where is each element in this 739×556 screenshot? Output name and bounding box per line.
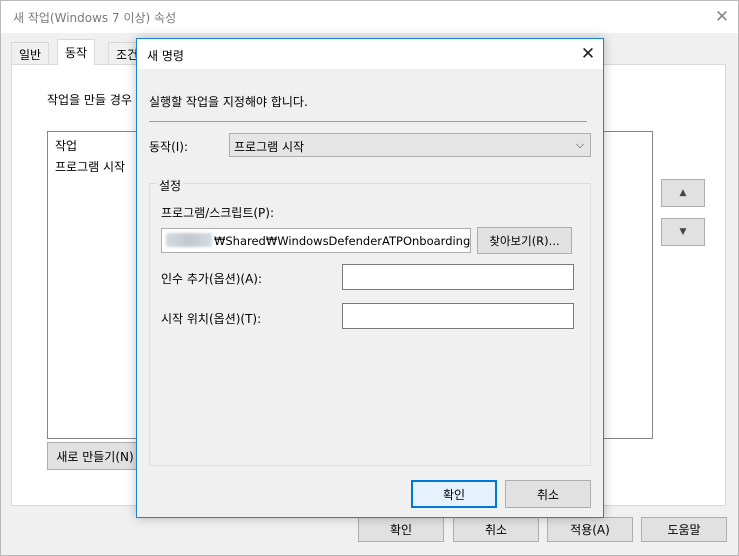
dialog-description: 실행할 작업을 지정해야 합니다. [149, 95, 308, 109]
redacted-path [166, 233, 212, 247]
action-select-value: 프로그램 시작 [234, 140, 305, 154]
parent-ok-button[interactable]: 확인 [358, 517, 444, 542]
program-script-label: 프로그램/스크립트(P): [161, 206, 275, 220]
arguments-input[interactable] [342, 264, 574, 290]
dialog-separator [149, 121, 587, 122]
tab-general[interactable]: 일반 [11, 42, 50, 64]
program-script-input[interactable]: ₩Shared₩WindowsDefenderATPOnboardingScr [161, 228, 471, 253]
parent-cancel-button[interactable]: 취소 [453, 517, 539, 542]
program-script-value: ₩Shared₩WindowsDefenderATPOnboardingScr [214, 234, 471, 248]
tab-actions-label: 동작 [65, 46, 88, 60]
browse-button[interactable]: 찾아보기(R)... [477, 227, 572, 254]
move-up-button[interactable]: ▲ [661, 179, 705, 207]
help-button[interactable]: 도움말 [641, 517, 727, 542]
column-header-action[interactable]: 작업 [55, 137, 77, 154]
tab-general-label: 일반 [19, 48, 42, 62]
dialog-close-icon[interactable]: ✕ [573, 42, 603, 66]
settings-legend: 설정 [157, 177, 184, 194]
triangle-up-icon: ▲ [679, 188, 687, 198]
chevron-down-icon: ⌵ [575, 138, 585, 151]
dialog-ok-button[interactable]: 확인 [411, 480, 497, 508]
start-in-input[interactable] [342, 303, 574, 329]
move-down-button[interactable]: ▼ [661, 218, 705, 246]
start-in-label: 시작 위치(옵션)(T): [161, 312, 262, 326]
parent-close-icon[interactable]: ✕ [707, 5, 737, 29]
dialog-title-bar: 새 명령 ✕ [137, 39, 603, 69]
tab-conditions-label: 조건 [116, 48, 139, 62]
tab-actions[interactable]: 동작 [57, 39, 96, 65]
arguments-label: 인수 추가(옵션)(A): [161, 272, 263, 286]
parent-window-title: 새 작업(Windows 7 이상) 속성 [13, 11, 177, 25]
dialog-cancel-button[interactable]: 취소 [505, 480, 591, 508]
actions-description: 작업을 만들 경우 [47, 93, 132, 107]
new-action-dialog: 새 명령 ✕ 실행할 작업을 지정해야 합니다. 동작(I): 프로그램 시작 … [136, 38, 604, 518]
triangle-down-icon: ▼ [679, 227, 687, 237]
parent-title-bar: 새 작업(Windows 7 이상) 속성 ✕ [1, 1, 738, 33]
action-select[interactable]: 프로그램 시작 ⌵ [229, 133, 591, 157]
dialog-title: 새 명령 [147, 49, 184, 63]
action-label: 동작(I): [149, 140, 189, 154]
new-action-button[interactable]: 새로 만들기(N) [47, 442, 143, 470]
apply-button[interactable]: 적용(A) [547, 517, 633, 542]
list-item[interactable]: 프로그램 시작 [53, 157, 127, 176]
